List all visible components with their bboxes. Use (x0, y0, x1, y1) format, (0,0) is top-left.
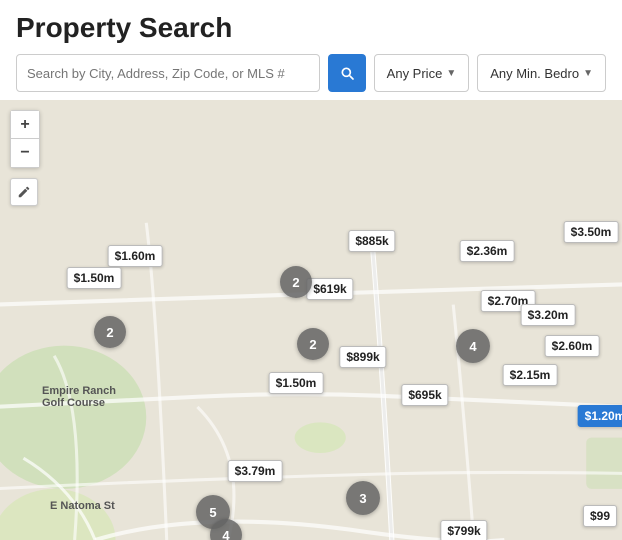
cluster-marker[interactable]: 4 (456, 329, 490, 363)
price-marker[interactable]: $3.79m (228, 460, 283, 482)
cluster-marker[interactable]: 2 (280, 266, 312, 298)
price-filter-button[interactable]: Any Price ▼ (374, 54, 470, 92)
zoom-out-button[interactable]: − (11, 139, 39, 167)
page-title: Property Search (16, 12, 606, 44)
price-marker[interactable]: $2.15m (503, 364, 558, 386)
price-marker[interactable]: $3.20m (521, 304, 576, 326)
pencil-icon (17, 185, 31, 199)
price-filter-label: Any Price (387, 66, 443, 81)
cluster-marker[interactable]: 2 (297, 328, 329, 360)
price-marker[interactable]: $619k (306, 278, 353, 300)
header: Property Search Any Price ▼ Any Min. Bed… (0, 0, 622, 100)
search-bar: Any Price ▼ Any Min. Bedro ▼ (16, 54, 606, 92)
price-marker[interactable]: $695k (401, 384, 448, 406)
zoom-in-button[interactable]: + (11, 111, 39, 139)
price-marker[interactable]: $99 (583, 505, 617, 527)
chevron-down-icon-2: ▼ (583, 68, 593, 79)
search-button[interactable] (328, 54, 366, 92)
price-marker[interactable]: $799k (440, 520, 487, 540)
bedrooms-filter-label: Any Min. Bedro (490, 66, 579, 81)
price-marker[interactable]: $3.50m (564, 221, 619, 243)
price-marker[interactable]: $1.50m (67, 267, 122, 289)
price-marker[interactable]: $885k (348, 230, 395, 252)
map-zoom-controls: + − (10, 110, 40, 168)
chevron-down-icon: ▼ (446, 68, 456, 79)
search-input-wrap (16, 54, 320, 92)
app: Property Search Any Price ▼ Any Min. Bed… (0, 0, 622, 540)
price-marker[interactable]: $2.60m (545, 335, 600, 357)
map-area[interactable]: + − $1.60m$1.50m$885k$3.50m$2.36m$619k$2… (0, 100, 622, 540)
price-marker[interactable]: $1.60m (108, 245, 163, 267)
draw-button[interactable] (10, 178, 38, 206)
bedrooms-filter-button[interactable]: Any Min. Bedro ▼ (477, 54, 606, 92)
cluster-marker[interactable]: 2 (94, 316, 126, 348)
search-icon (339, 65, 355, 81)
price-marker[interactable]: $899k (339, 346, 386, 368)
search-input[interactable] (27, 66, 309, 81)
price-marker[interactable]: $1.20m (578, 405, 622, 427)
price-marker[interactable]: $1.50m (269, 372, 324, 394)
price-marker[interactable]: $2.36m (460, 240, 515, 262)
cluster-marker[interactable]: 3 (346, 481, 380, 515)
